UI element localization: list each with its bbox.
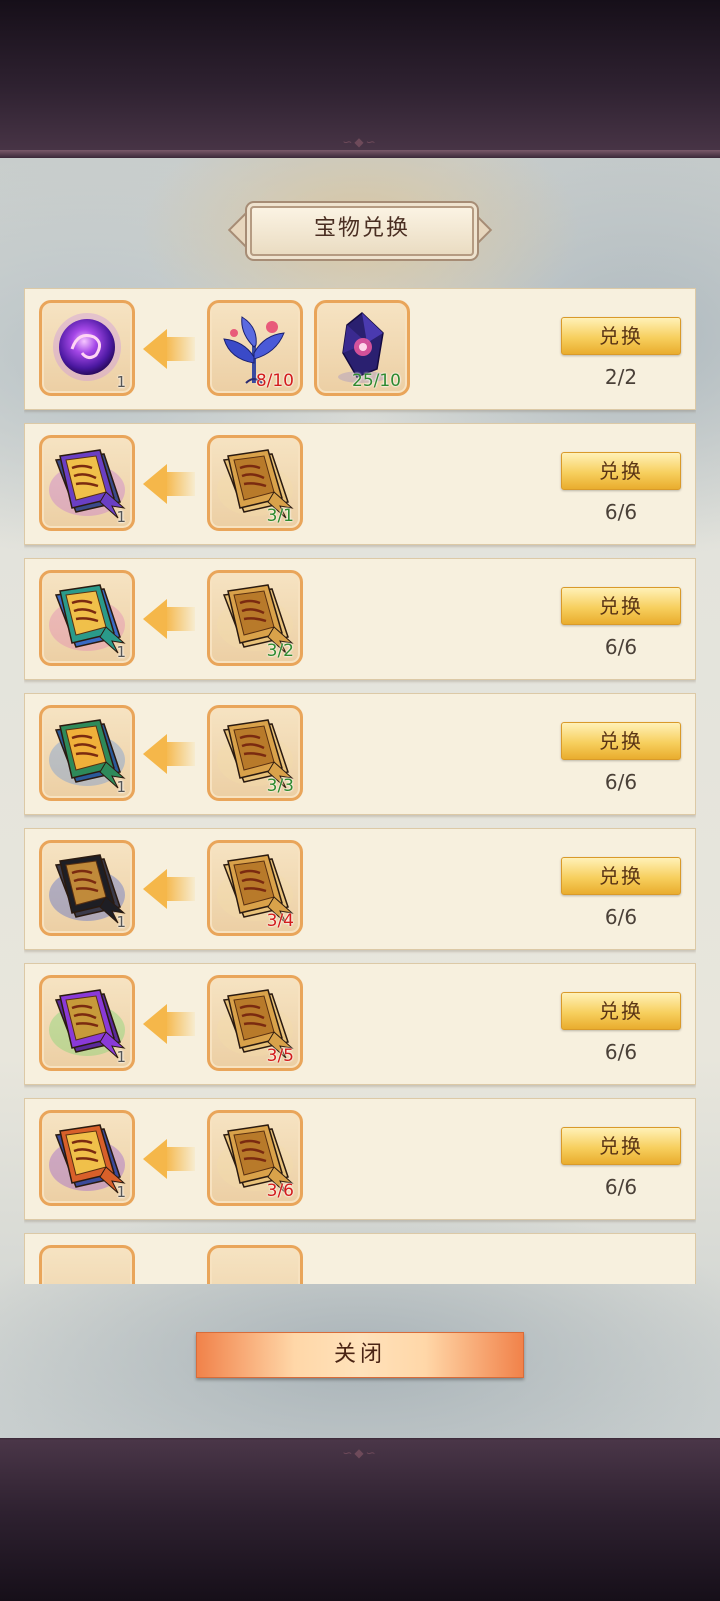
output-item-count: 1 xyxy=(116,778,126,796)
item-slot[interactable] xyxy=(207,1245,303,1284)
arrow-tail xyxy=(165,1012,195,1036)
output-item-slot[interactable]: 1 xyxy=(39,300,135,396)
arrow-tail xyxy=(165,472,195,496)
input-item-slot[interactable]: 3/5 xyxy=(207,975,303,1071)
input-item-slot[interactable]: 3/3 xyxy=(207,705,303,801)
bottom-frame xyxy=(0,1440,720,1601)
output-item-count: 1 xyxy=(116,643,126,661)
output-item-count: 1 xyxy=(116,913,126,931)
input-item-slot[interactable]: 25/10 xyxy=(314,300,410,396)
input-item-count: 3/3 xyxy=(266,776,294,796)
exchange-limit: 2/2 xyxy=(604,365,638,389)
output-item-slot[interactable]: 1 xyxy=(39,435,135,531)
exchange-limit: 6/6 xyxy=(604,1175,638,1199)
input-item-count: 8/10 xyxy=(255,371,294,391)
arrow-tail xyxy=(165,742,195,766)
output-item-count: 1 xyxy=(116,1048,126,1066)
arrow-left-icon xyxy=(143,464,167,504)
exchange-limit: 6/6 xyxy=(604,905,638,929)
input-item-slot[interactable]: 3/6 xyxy=(207,1110,303,1206)
exchange-button[interactable]: 兑换 xyxy=(561,317,681,355)
arrow-left-icon xyxy=(143,1139,167,1179)
exchange-button[interactable]: 兑换 xyxy=(561,587,681,625)
output-item-slot[interactable]: 1 xyxy=(39,840,135,936)
arrow-left-icon xyxy=(143,734,167,774)
output-item-slot[interactable]: 1 xyxy=(39,570,135,666)
input-item-slot[interactable]: 3/4 xyxy=(207,840,303,936)
output-item-slot[interactable]: 1 xyxy=(39,705,135,801)
exchange-list[interactable]: 1 8/10 25/10 兑换 2/2 1 3/1 兑换 6/6 1 3/2 兑… xyxy=(24,288,696,1284)
arrow-tail xyxy=(165,607,195,631)
exchange-row-partial xyxy=(24,1233,696,1284)
arrow-left-icon xyxy=(143,599,167,639)
exchange-row: 1 3/2 兑换 6/6 xyxy=(24,558,696,680)
input-item-slot[interactable]: 3/1 xyxy=(207,435,303,531)
dialog-title-plate: 宝物兑换 xyxy=(227,203,493,256)
arrow-left-icon xyxy=(143,1004,167,1044)
exchange-button[interactable]: 兑换 xyxy=(561,1127,681,1165)
exchange-row: 1 3/3 兑换 6/6 xyxy=(24,693,696,815)
top-frame xyxy=(0,0,720,157)
output-item-slot[interactable]: 1 xyxy=(39,1110,135,1206)
top-frame-rim xyxy=(0,150,720,158)
arrow-left-icon xyxy=(143,329,167,369)
exchange-button[interactable]: 兑换 xyxy=(561,857,681,895)
input-item-count: 3/2 xyxy=(266,641,294,661)
output-item-slot[interactable]: 1 xyxy=(39,975,135,1071)
exchange-row: 1 3/4 兑换 6/6 xyxy=(24,828,696,950)
exchange-limit: 6/6 xyxy=(604,635,638,659)
arrow-left-icon xyxy=(143,869,167,909)
exchange-row: 1 3/5 兑换 6/6 xyxy=(24,963,696,1085)
input-item-count: 3/4 xyxy=(266,911,294,931)
input-item-count: 3/5 xyxy=(266,1046,294,1066)
arrow-tail xyxy=(165,1147,195,1171)
input-item-count: 3/1 xyxy=(266,506,294,526)
item-slot[interactable] xyxy=(39,1245,135,1284)
top-ornament-icon: ∽◆∽ xyxy=(342,135,378,149)
exchange-limit: 6/6 xyxy=(604,1040,638,1064)
exchange-limit: 6/6 xyxy=(604,770,638,794)
exchange-button[interactable]: 兑换 xyxy=(561,992,681,1030)
close-button[interactable]: 关闭 xyxy=(196,1332,524,1378)
bottom-ornament-icon: ∽◆∽ xyxy=(342,1446,378,1460)
input-item-count: 3/6 xyxy=(266,1181,294,1201)
exchange-row: 1 8/10 25/10 兑换 2/2 xyxy=(24,288,696,410)
exchange-button[interactable]: 兑换 xyxy=(561,722,681,760)
exchange-limit: 6/6 xyxy=(604,500,638,524)
input-item-count: 25/10 xyxy=(352,371,401,391)
input-item-slot[interactable]: 8/10 xyxy=(207,300,303,396)
arrow-tail xyxy=(165,337,195,361)
dialog-title: 宝物兑换 xyxy=(313,216,410,241)
exchange-row: 1 3/6 兑换 6/6 xyxy=(24,1098,696,1220)
exchange-button[interactable]: 兑换 xyxy=(561,452,681,490)
output-item-count: 1 xyxy=(116,373,126,391)
output-item-count: 1 xyxy=(116,1183,126,1201)
arrow-tail xyxy=(165,877,195,901)
input-item-slot[interactable]: 3/2 xyxy=(207,570,303,666)
output-item-count: 1 xyxy=(116,508,126,526)
exchange-row: 1 3/1 兑换 6/6 xyxy=(24,423,696,545)
